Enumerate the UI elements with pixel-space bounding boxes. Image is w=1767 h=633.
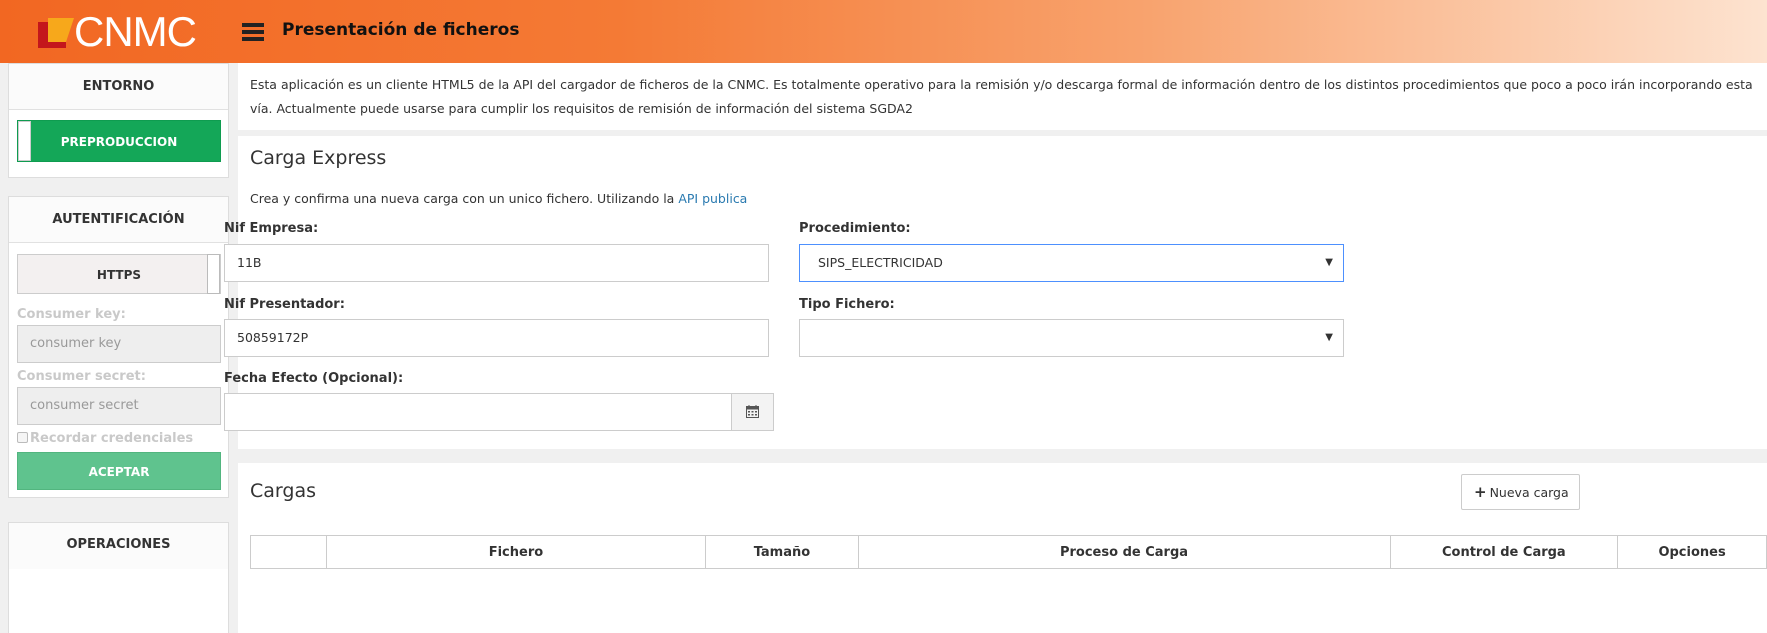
environment-toggle-label: PREPRODUCCION	[60, 135, 178, 149]
col-tamano[interactable]: Tamaño	[705, 535, 859, 569]
nueva-carga-label: Nueva carga	[1489, 485, 1569, 500]
col-control-carga[interactable]: Control de Carga	[1389, 535, 1619, 569]
entorno-heading: ENTORNO	[9, 64, 228, 110]
cnmc-logo-mark	[38, 18, 74, 48]
https-toggle[interactable]: HTTPS	[17, 254, 221, 294]
nif-empresa-label: Nif Empresa:	[224, 221, 319, 236]
col-proceso-carga[interactable]: Proceso de Carga	[857, 535, 1391, 569]
col-fichero[interactable]: Fichero	[325, 535, 707, 569]
procedimiento-value: SIPS_ELECTRICIDAD	[818, 255, 943, 270]
api-publica-link[interactable]: API publica	[678, 191, 747, 206]
environment-toggle[interactable]: PREPRODUCCION	[17, 120, 221, 162]
carga-express-title: Carga Express	[250, 147, 387, 169]
toggle-knob	[207, 254, 220, 294]
nif-empresa-input[interactable]: 11B	[224, 244, 769, 282]
consumer-secret-input[interactable]: consumer secret	[17, 387, 221, 425]
consumer-key-input[interactable]: consumer key	[17, 325, 221, 363]
auth-panel: AUTENTIFICACIÓN HTTPS Consumer key: cons…	[8, 196, 229, 498]
calendar-icon	[746, 405, 759, 418]
calendar-button[interactable]	[731, 393, 774, 431]
caret-down-icon: ▼	[1325, 257, 1333, 268]
remember-label: Recordar credenciales	[30, 431, 194, 446]
col-opciones[interactable]: Opciones	[1617, 535, 1767, 569]
col-select	[250, 535, 327, 569]
remember-checkbox[interactable]	[17, 432, 28, 443]
caret-down-icon: ▼	[1325, 332, 1333, 343]
accept-button[interactable]: ACEPTAR	[17, 452, 221, 490]
toggle-knob	[18, 121, 31, 161]
consumer-secret-label: Consumer secret:	[17, 369, 146, 384]
hamburger-icon[interactable]	[242, 23, 264, 41]
description-text: Crea y confirma una nueva carga con un u…	[250, 191, 675, 206]
remember-credentials[interactable]: Recordar credenciales	[17, 431, 193, 446]
auth-heading: AUTENTIFICACIÓN	[9, 197, 228, 243]
cargas-card: Cargas + Nueva carga Fichero Tamaño Proce…	[238, 463, 1767, 633]
operaciones-panel: OPERACIONES	[8, 522, 229, 633]
page-title: Presentación de ficheros	[282, 20, 520, 40]
sidebar: ENTORNO PREPRODUCCION AUTENTIFICACIÓN HT…	[0, 63, 236, 633]
operaciones-heading: OPERACIONES	[9, 523, 228, 569]
cargas-table: Fichero Tamaño Proceso de Carga Control …	[250, 535, 1767, 569]
cnmc-logo: CNMC	[36, 8, 216, 55]
nif-presentador-label: Nif Presentador:	[224, 297, 345, 312]
nif-presentador-input[interactable]: 50859172P	[224, 319, 769, 357]
consumer-key-label: Consumer key:	[17, 307, 126, 322]
top-header: CNMC Presentación de ficheros	[0, 0, 1767, 63]
procedimiento-label: Procedimiento:	[799, 221, 911, 236]
entorno-panel: ENTORNO PREPRODUCCION	[8, 63, 229, 178]
intro-text: Esta aplicación es un cliente HTML5 de l…	[238, 63, 1767, 130]
table-header-row: Fichero Tamaño Proceso de Carga Control …	[250, 535, 1767, 569]
fecha-efecto-label: Fecha Efecto (Opcional):	[224, 371, 404, 386]
procedimiento-select[interactable]: SIPS_ELECTRICIDAD ▼	[799, 244, 1344, 282]
cargas-title: Cargas	[250, 480, 316, 502]
https-toggle-label: HTTPS	[96, 268, 142, 282]
logo-text: CNMC	[74, 8, 197, 55]
tipo-fichero-label: Tipo Fichero:	[799, 297, 895, 312]
carga-express-description: Crea y confirma una nueva carga con un u…	[250, 191, 747, 206]
nueva-carga-button[interactable]: + Nueva carga	[1461, 474, 1580, 510]
plus-icon: +	[1474, 483, 1487, 501]
tipo-fichero-select[interactable]: ▼	[799, 319, 1344, 357]
fecha-efecto-input[interactable]	[224, 393, 732, 431]
